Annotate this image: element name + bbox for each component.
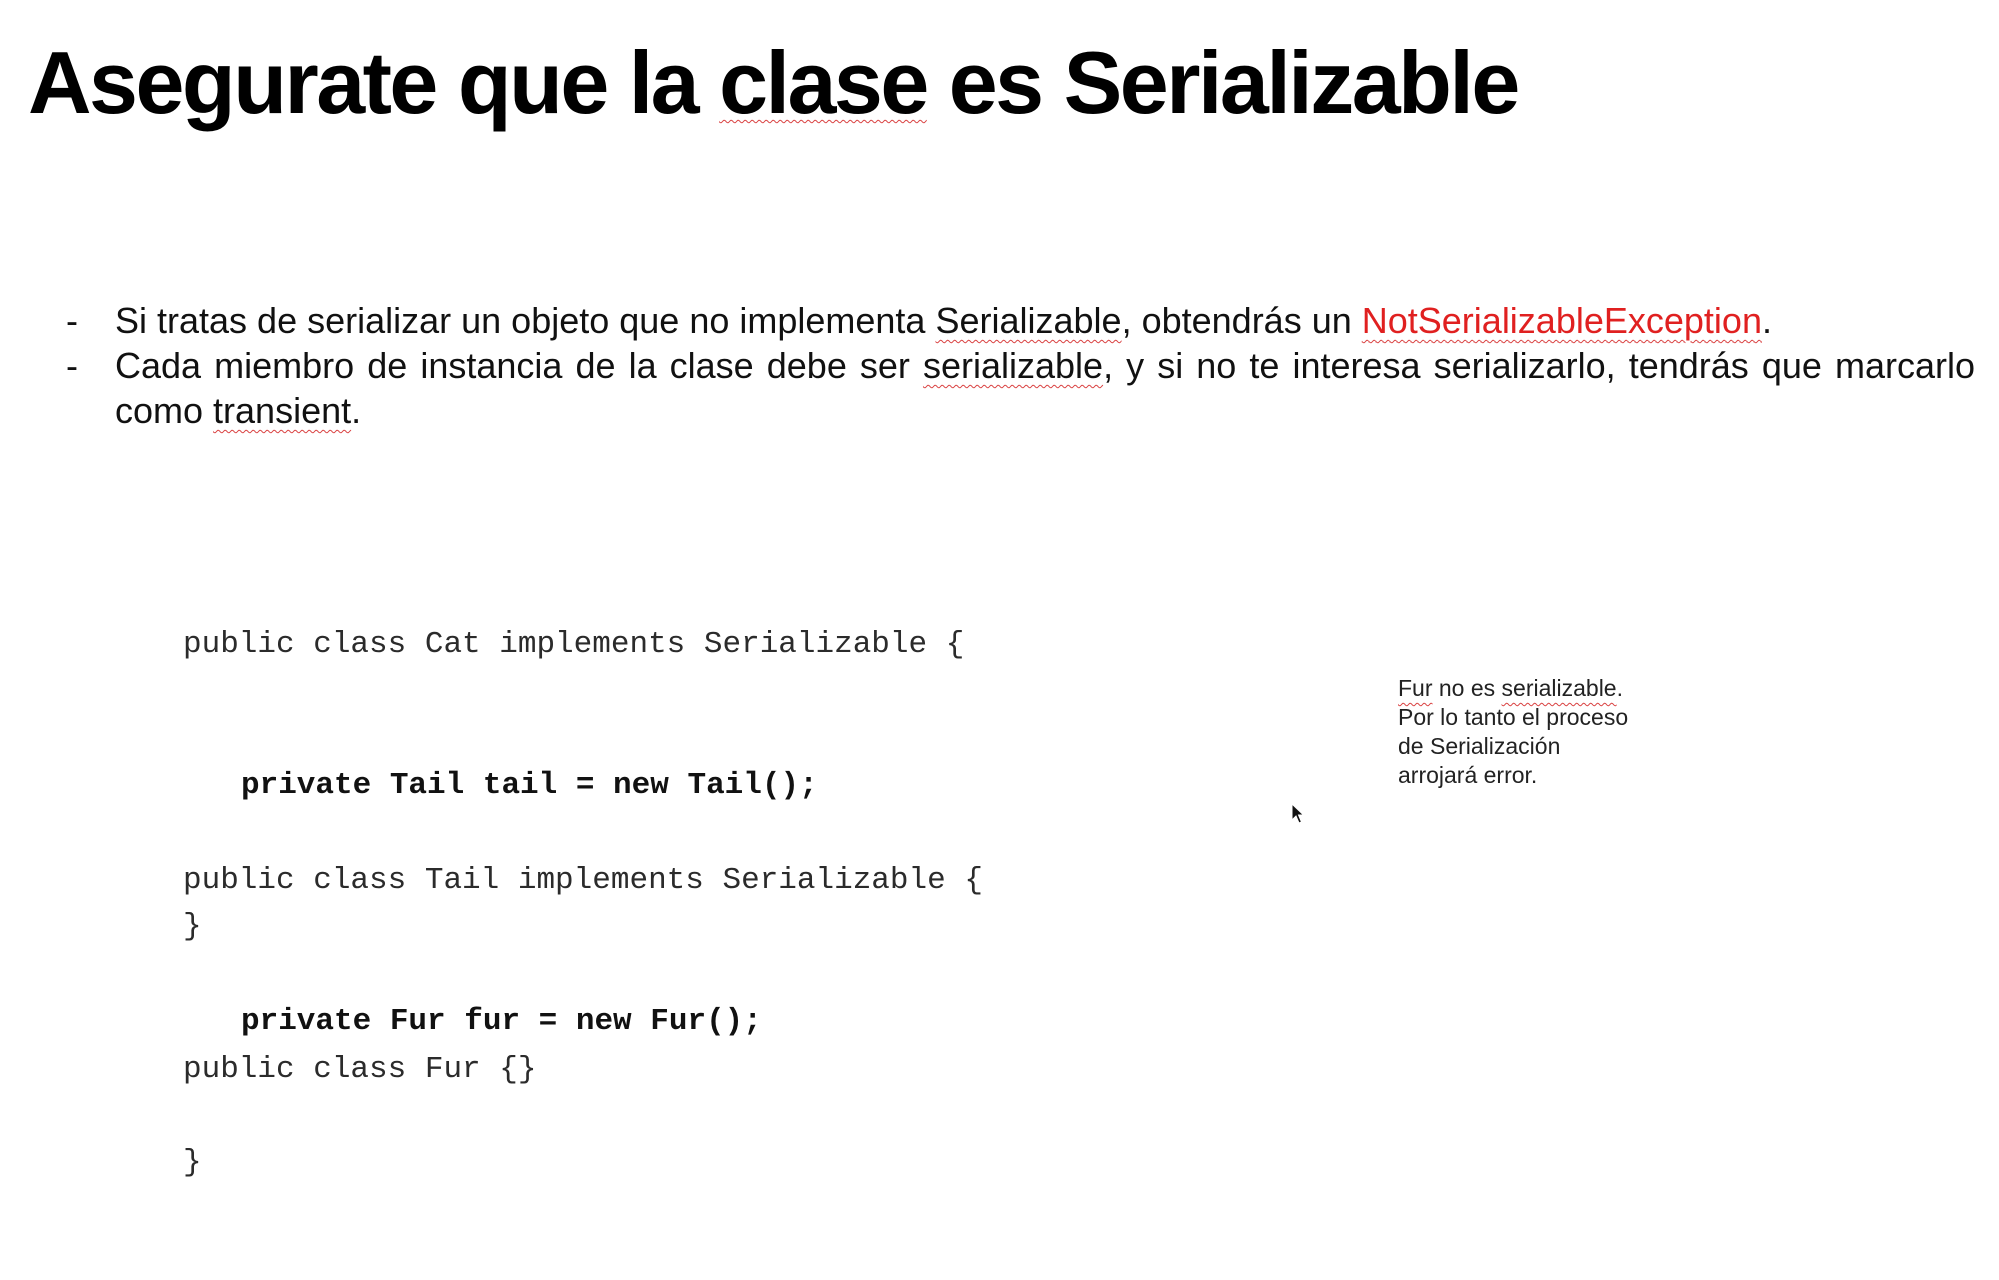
note-line-2: Por lo tanto el proceso [1398, 704, 1629, 730]
title-part-3: es Serializable [926, 33, 1521, 132]
bullet-2-text-a: Cada miembro de instancia de la clase de… [115, 345, 923, 386]
bullet-item-1: - Si tratas de serializar un objeto que … [60, 298, 1975, 343]
slide-title: Asegurate que la clase es Serializable [28, 28, 1521, 138]
bullet-1-text-a: Si tratas de serializar un objeto que no… [115, 300, 936, 341]
bullet-2-word-serializable: serializable [922, 345, 1104, 386]
bullet-dash: - [66, 345, 78, 386]
title-word-clase: clase [719, 33, 929, 132]
title-part-1: Asegurate que la [28, 33, 720, 132]
bullet-1-word-serializable: Serializable [935, 300, 1122, 341]
note-line-1: Fur no es serializable. [1398, 674, 1628, 703]
code-line: public class Cat implements Serializable… [183, 627, 965, 662]
bullet-1-text-end: . [1761, 300, 1772, 341]
slide: Asegurate que la clase es Serializable -… [0, 0, 1999, 1180]
bullet-list: - Si tratas de serializar un objeto que … [60, 298, 1975, 433]
bullet-dash: - [66, 300, 78, 341]
code-line: public class Fur {} [183, 1052, 537, 1087]
note-word-serializable: serializable [1501, 675, 1617, 701]
note-line-3: de Serialización [1398, 733, 1561, 759]
bullet-2-body: Cada miembro de instancia de la clase de… [115, 343, 1975, 433]
code-line: public class Tail implements Serializabl… [183, 863, 983, 898]
side-note: Fur no es serializable. Por lo tanto el … [1398, 674, 1628, 790]
note-line-4: arrojará error. [1398, 762, 1538, 788]
code-block-fur: public class Fur {} [183, 952, 536, 1187]
note-text: no es [1432, 675, 1502, 701]
bullet-1-text-b: , obtendrás un [1121, 300, 1362, 341]
bullet-2-text-end: . [351, 390, 362, 431]
bullet-item-2: - Cada miembro de instancia de la clase … [60, 343, 1975, 433]
note-text: . [1616, 675, 1623, 701]
bullet-1-exception-name: NotSerializableException [1361, 300, 1762, 341]
mouse-pointer-icon [1291, 803, 1305, 824]
note-word-fur: Fur [1398, 675, 1433, 701]
bullet-2-word-transient: transient [213, 390, 352, 431]
